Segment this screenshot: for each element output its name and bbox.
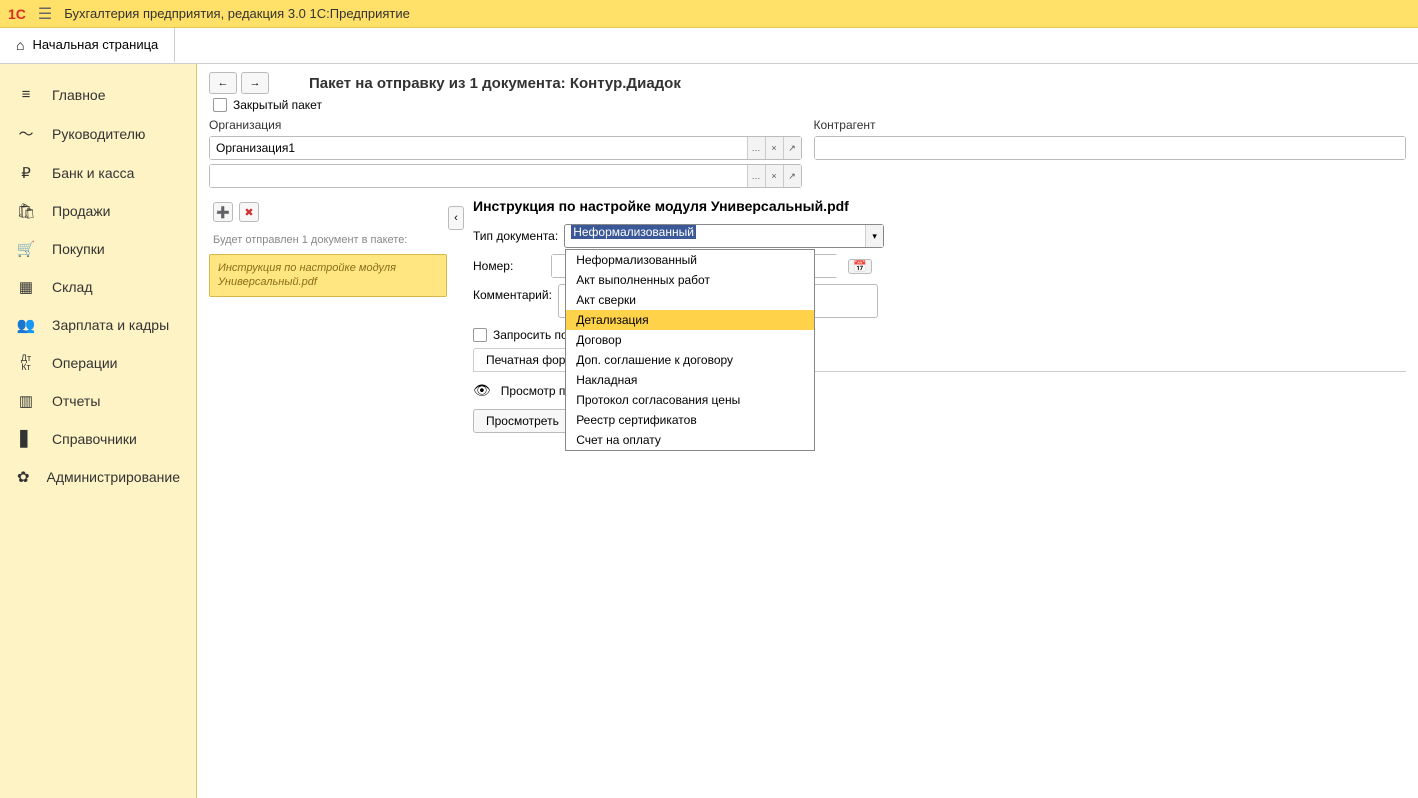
nav-main[interactable]: ≡ Главное: [0, 76, 196, 113]
book-icon: ▋: [16, 430, 36, 448]
bars-icon: ▥: [16, 392, 36, 410]
nav-label: Главное: [52, 87, 106, 103]
org-label: Организация: [209, 118, 802, 132]
option-detail[interactable]: Детализация: [566, 310, 814, 330]
dropdown-button[interactable]: ▾: [865, 225, 883, 247]
contr-label: Контрагент: [814, 118, 1407, 132]
home-icon: ⌂: [16, 37, 24, 53]
org-field[interactable]: … × ↗: [209, 136, 802, 160]
nav-label: Отчеты: [52, 393, 100, 409]
nav-manager[interactable]: 〜 Руководителю: [0, 113, 196, 154]
back-button[interactable]: ←: [209, 72, 237, 94]
calendar-button[interactable]: 📅: [848, 259, 872, 274]
bag-icon: 🛍: [16, 202, 36, 220]
sidebar: ≡ Главное 〜 Руководителю ₽ Банк и касса 🛍 Пр…: [0, 64, 197, 798]
doc-title: Инструкция по настройке модуля Универсал…: [473, 198, 1406, 214]
collapse-button[interactable]: ‹: [448, 206, 464, 230]
nav-bank[interactable]: ₽ Банк и касса: [0, 154, 196, 192]
nav-salary[interactable]: 👥 Зарплата и кадры: [0, 306, 196, 344]
hamburger-icon[interactable]: ☰: [38, 4, 52, 24]
closed-package-label: Закрытый пакет: [233, 98, 322, 112]
nav-label: Банк и касса: [52, 165, 134, 181]
panel-divider: ‹: [447, 198, 465, 433]
org-field-2[interactable]: … × ↗: [209, 164, 802, 188]
option-act-work[interactable]: Акт выполненных работ: [566, 270, 814, 290]
option-registry[interactable]: Реестр сертификатов: [566, 410, 814, 430]
contr-input[interactable]: [815, 137, 1406, 159]
ruble-icon: ₽: [16, 164, 36, 182]
doctype-label: Тип документа:: [473, 229, 558, 243]
nav-label: Операции: [52, 355, 118, 371]
contr-field[interactable]: [814, 136, 1407, 160]
doctype-combo[interactable]: Неформализованный ▾ Неформализованный Ак…: [564, 224, 884, 248]
nav-label: Руководителю: [52, 126, 145, 142]
nav-operations[interactable]: Дт Кт Операции: [0, 344, 196, 382]
open-button[interactable]: ↗: [783, 165, 801, 187]
gear-icon: ✿: [16, 468, 31, 486]
tab-home[interactable]: ⌂ Начальная страница: [0, 28, 175, 63]
page-title: Пакет на отправку из 1 документа: Контур…: [309, 75, 681, 92]
option-waybill[interactable]: Накладная: [566, 370, 814, 390]
hint-text: Будет отправлен 1 документ в пакете:: [213, 234, 447, 246]
eye-icon: 👁: [473, 382, 491, 399]
app-logo: 1С: [8, 6, 26, 22]
people-icon: 👥: [16, 316, 36, 334]
view-button[interactable]: Просмотреть: [473, 409, 572, 433]
doctype-dropdown: Неформализованный Акт выполненных работ …: [565, 249, 815, 451]
doc-list-item[interactable]: Инструкция по настройке модуля Универсал…: [209, 254, 447, 297]
nav-purchases[interactable]: 🛒 Покупки: [0, 230, 196, 268]
chart-icon: 〜: [16, 123, 36, 144]
menu-icon: ≡: [16, 86, 36, 103]
nav-directories[interactable]: ▋ Справочники: [0, 420, 196, 458]
tab-label: Начальная страница: [32, 37, 158, 52]
nav-label: Зарплата и кадры: [52, 317, 169, 333]
ellipsis-button[interactable]: …: [747, 165, 765, 187]
option-contract[interactable]: Договор: [566, 330, 814, 350]
option-addendum[interactable]: Доп. соглашение к договору: [566, 350, 814, 370]
nav-warehouse[interactable]: ▦ Склад: [0, 268, 196, 306]
open-button[interactable]: ↗: [783, 137, 801, 159]
dtkt-icon: Дт Кт: [16, 354, 36, 372]
nav-admin[interactable]: ✿ Администрирование: [0, 458, 196, 496]
request-sign-checkbox[interactable]: [473, 328, 487, 342]
org-input-2[interactable]: [210, 165, 747, 187]
nav-label: Продажи: [52, 203, 110, 219]
forward-button[interactable]: →: [241, 72, 269, 94]
option-act-reconcile[interactable]: Акт сверки: [566, 290, 814, 310]
ellipsis-button[interactable]: …: [747, 137, 765, 159]
tabbar: ⌂ Начальная страница: [0, 28, 1418, 64]
org-input[interactable]: [210, 137, 747, 159]
option-protocol[interactable]: Протокол согласования цены: [566, 390, 814, 410]
clear-button[interactable]: ×: [765, 137, 783, 159]
option-invoice[interactable]: Счет на оплату: [566, 430, 814, 450]
comment-label: Комментарий:: [473, 284, 552, 302]
doc-list-panel: ➕ ✖ Будет отправлен 1 документ в пакете:…: [209, 198, 447, 433]
doctype-input[interactable]: Неформализованный: [565, 225, 865, 247]
clear-button[interactable]: ×: [765, 165, 783, 187]
number-label: Номер:: [473, 259, 545, 273]
nav-label: Администрирование: [47, 469, 181, 485]
nav-sales[interactable]: 🛍 Продажи: [0, 192, 196, 230]
remove-button[interactable]: ✖: [239, 202, 259, 222]
grid-icon: ▦: [16, 278, 36, 296]
nav-label: Покупки: [52, 241, 105, 257]
cart-icon: 🛒: [16, 240, 36, 258]
option-unformalized[interactable]: Неформализованный: [566, 250, 814, 270]
content-area: ← → Пакет на отправку из 1 документа: Ко…: [197, 64, 1418, 798]
add-button[interactable]: ➕: [213, 202, 233, 222]
nav-label: Склад: [52, 279, 93, 295]
titlebar: 1С ☰ Бухгалтерия предприятия, редакция 3…: [0, 0, 1418, 28]
nav-label: Справочники: [52, 431, 137, 447]
closed-package-checkbox[interactable]: [213, 98, 227, 112]
detail-panel: Инструкция по настройке модуля Универсал…: [465, 198, 1406, 433]
nav-reports[interactable]: ▥ Отчеты: [0, 382, 196, 420]
app-title: Бухгалтерия предприятия, редакция 3.0 1С…: [64, 6, 410, 21]
